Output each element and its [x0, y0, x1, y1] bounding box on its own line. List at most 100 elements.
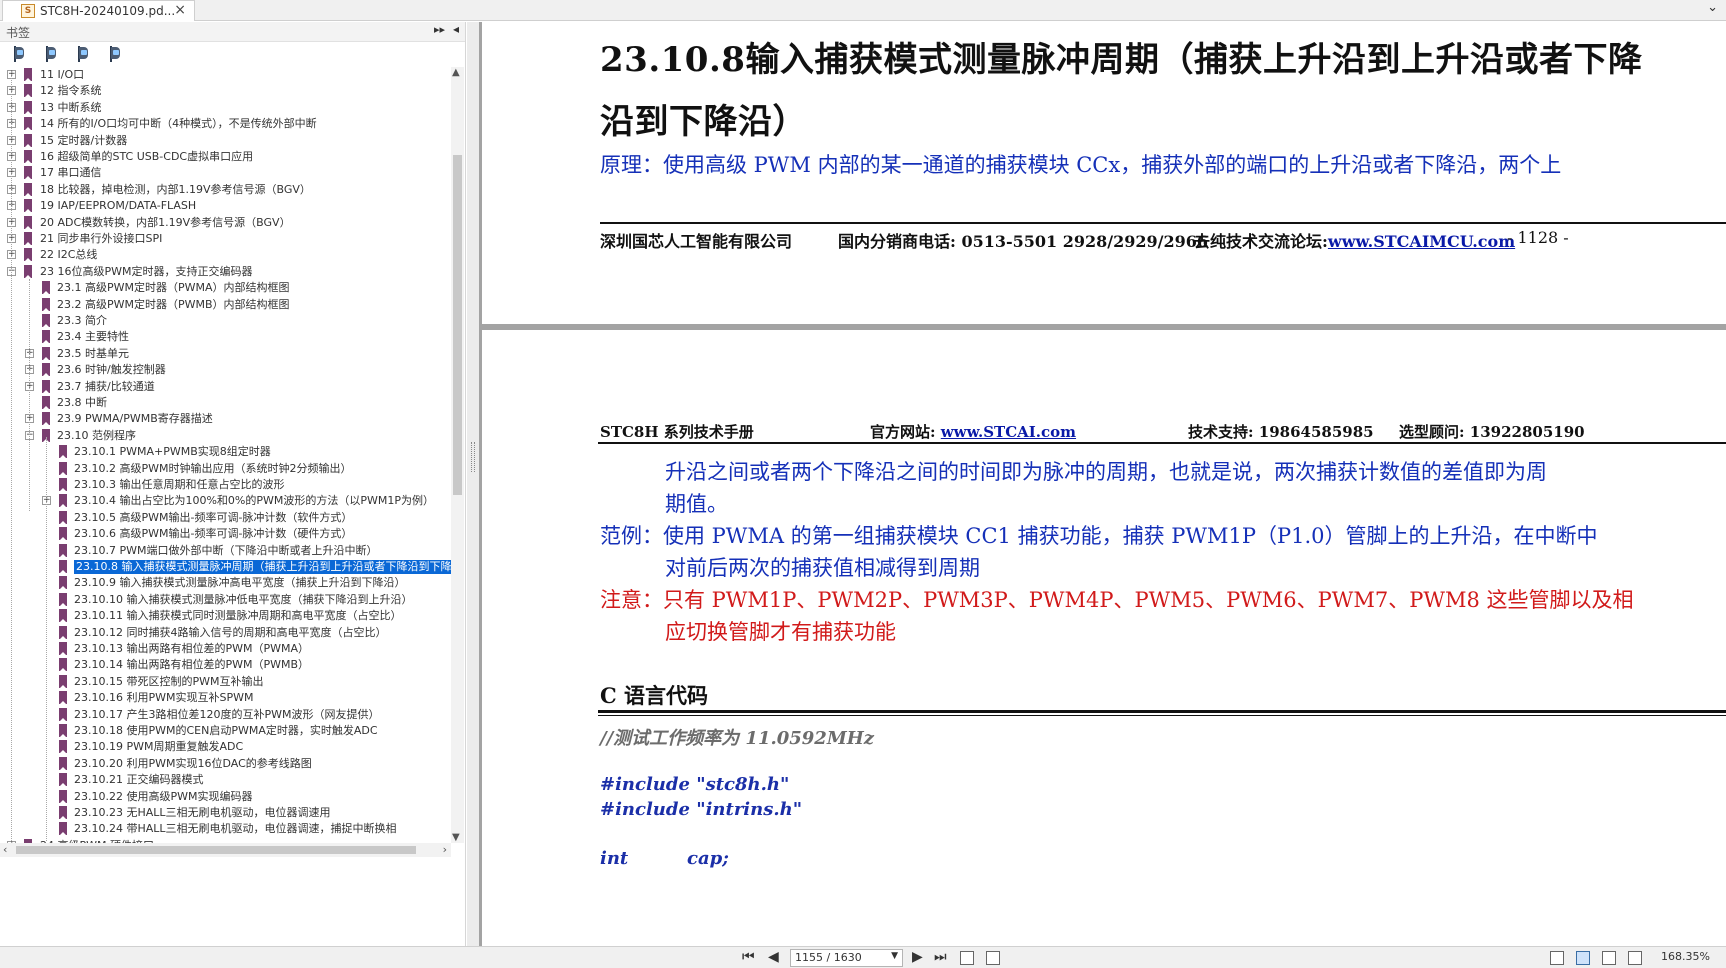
- bookmark-item[interactable]: 23.10.9 输入捕获模式测量脉冲高电平宽度（捕获上升沿到下降沿）: [0, 575, 451, 591]
- document-tab[interactable]: S STC8H-20240109.pd... ×: [2, 0, 195, 21]
- two-page-continuous-view-icon[interactable]: [1628, 951, 1642, 965]
- bookmark-vertical-scrollbar[interactable]: ▲ ▼: [451, 67, 464, 843]
- splitter-grip[interactable]: [471, 442, 475, 472]
- bookmark-item[interactable]: 23.10.19 PWM周期重复触发ADC: [0, 739, 451, 755]
- tab-menu-chevron-icon[interactable]: ⌄: [1707, 0, 1718, 15]
- bookmark-item[interactable]: 23.10.21 正交编码器模式: [0, 772, 451, 788]
- close-tab-icon[interactable]: ×: [174, 2, 186, 18]
- bookmark-item[interactable]: +15 定时器/计数器: [0, 133, 451, 149]
- bookmark-item[interactable]: 23.10.24 带HALL三相无刷电机驱动，电位器调速，捕捉中断换相: [0, 821, 451, 837]
- bookmark-item[interactable]: 23.10.15 带死区控制的PWM互补输出: [0, 674, 451, 690]
- bookmark-item[interactable]: 23.10.14 输出两路有相位差的PWM（PWMB）: [0, 657, 451, 673]
- add-bookmark-icon[interactable]: [76, 46, 92, 63]
- bookmark-item[interactable]: +23.6 时钟/触发控制器: [0, 362, 451, 378]
- page-dropdown-icon[interactable]: ▼: [891, 951, 898, 961]
- bookmark-horizontal-scrollbar[interactable]: ‹ ›: [0, 843, 451, 857]
- continuous-view-icon[interactable]: [1576, 951, 1590, 965]
- bookmark-item[interactable]: +12 指令系统: [0, 83, 451, 99]
- bookmark-item[interactable]: 23.10.12 同时捕获4路输入信号的周期和高电平宽度（占空比）: [0, 625, 451, 641]
- bookmark-item[interactable]: 23.8 中断: [0, 395, 451, 411]
- bookmark-label: 23.10.15 带死区控制的PWM互补输出: [74, 674, 264, 688]
- bookmark-item[interactable]: +17 串口通信: [0, 165, 451, 181]
- forum-link[interactable]: www.STCAIMCU.com: [1328, 232, 1515, 251]
- note-paragraph: 注意：只有 PWM1P、PWM2P、PWM3P、PWM4P、PWM5、PWM6、…: [600, 588, 1634, 612]
- bookmark-item[interactable]: +22 I2C总线: [0, 247, 451, 263]
- bookmark-item-selected[interactable]: 23.10.8 输入捕获模式测量脉冲周期（捕获上升沿到上升沿或者下降沿到下降沿: [0, 559, 451, 575]
- expand-all-bookmarks-icon[interactable]: [12, 46, 28, 63]
- bookmark-icon: [59, 478, 67, 492]
- bookmark-item[interactable]: +16 超级简单的STC USB-CDC虚拟串口应用: [0, 149, 451, 165]
- tab-bar: S STC8H-20240109.pd... × ⌄: [0, 0, 1726, 21]
- two-page-view-icon[interactable]: [1602, 951, 1616, 965]
- bookmark-item[interactable]: 23.10.17 产生3路相位差120度的互补PWM波形（网友提供）: [0, 707, 451, 723]
- bookmark-item[interactable]: +13 中断系统: [0, 100, 451, 116]
- site-link[interactable]: www.STCAI.com: [941, 423, 1076, 441]
- bookmark-item[interactable]: +19 IAP/EEPROM/DATA-FLASH: [0, 198, 451, 214]
- bookmark-item[interactable]: 23.10.7 PWM端口做外部中断（下降沿中断或者上升沿中断）: [0, 543, 451, 559]
- bookmark-item[interactable]: 23.10.10 输入捕获模式测量脉冲低电平宽度（捕获下降沿到上升沿）: [0, 592, 451, 608]
- bookmark-item[interactable]: −23.10 范例程序: [0, 428, 451, 444]
- bookmark-item[interactable]: 23.10.6 高级PWM输出-频率可调-脉冲计数（硬件方式）: [0, 526, 451, 542]
- bookmark-item[interactable]: +14 所有的I/O口均可中断（4种模式），不是传统外部中断: [0, 116, 451, 132]
- panel-splitter[interactable]: [467, 22, 479, 946]
- bookmark-item[interactable]: +23.10.4 输出占空比为100%和0%的PWM波形的方法（以PWM1P为例…: [0, 493, 451, 509]
- page-number-input[interactable]: 1155 / 1630 ▼: [790, 949, 903, 967]
- bookmark-item[interactable]: 23.10.2 高级PWM时钟输出应用（系统时钟2分频输出）: [0, 461, 451, 477]
- bookmark-item[interactable]: +23.7 捕获/比较通道: [0, 379, 451, 395]
- scroll-up-icon[interactable]: ▲: [452, 67, 460, 78]
- previous-view-icon[interactable]: [960, 951, 974, 965]
- bookmark-icon: [59, 543, 67, 558]
- bookmark-icon: [42, 412, 50, 427]
- bookmark-label: 18 比较器，掉电检测，内部1.19V参考信号源（BGV）: [40, 182, 311, 196]
- bookmark-label: 14 所有的I/O口均可中断（4种模式），不是传统外部中断: [40, 117, 317, 131]
- bookmark-item[interactable]: 23.10.23 无HALL三相无刷电机驱动，电位器调速用: [0, 805, 451, 821]
- document-tab-label: STC8H-20240109.pd...: [40, 4, 176, 18]
- scrollbar-thumb[interactable]: [453, 155, 462, 495]
- document-view[interactable]: 23.10.8输入捕获模式测量脉冲周期（捕获上升沿到上升沿或者下降 沿到下降沿）…: [479, 22, 1726, 946]
- zoom-level[interactable]: 168.35%: [1661, 950, 1710, 963]
- example-paragraph-cont: 对前后两次的捕获值相减得到周期: [665, 556, 980, 580]
- bookmark-label: 23.10.20 利用PWM实现16位DAC的参考线路图: [74, 756, 312, 770]
- bookmark-item[interactable]: −23 16位高级PWM定时器，支持正交编码器: [0, 264, 451, 280]
- scroll-left-icon[interactable]: ‹: [3, 843, 7, 856]
- single-page-view-icon[interactable]: [1550, 951, 1564, 965]
- bookmark-item[interactable]: 23.10.5 高级PWM输出-频率可调-脉冲计数（软件方式）: [0, 510, 451, 526]
- first-page-icon[interactable]: ⏮: [742, 949, 755, 965]
- bookmark-item[interactable]: +20 ADC模数转换，内部1.19V参考信号源（BGV）: [0, 215, 451, 231]
- bookmark-item[interactable]: +21 同步串行外设接口SPI: [0, 231, 451, 247]
- bookmark-item[interactable]: 23.1 高级PWM定时器（PWMA）内部结构框图: [0, 280, 451, 296]
- bookmark-label: 16 超级简单的STC USB-CDC虚拟串口应用: [40, 150, 254, 163]
- bookmark-item[interactable]: +23.5 时基单元: [0, 346, 451, 362]
- bookmark-item[interactable]: 23.10.18 使用PWM的CEN启动PWMA定时器，实时触发ADC: [0, 723, 451, 739]
- bookmark-label: 13 中断系统: [40, 100, 102, 114]
- bookmark-label: 23.7 捕获/比较通道: [57, 379, 155, 393]
- bookmark-item[interactable]: +11 I/O口: [0, 67, 451, 83]
- next-page-icon[interactable]: ▶: [912, 949, 923, 965]
- horizontal-scrollbar-thumb[interactable]: [16, 846, 416, 854]
- footer-company: 深圳国芯人工智能有限公司: [600, 232, 793, 251]
- collapse-all-bookmarks-icon[interactable]: [44, 46, 60, 63]
- bookmark-item[interactable]: 23.2 高级PWM定时器（PWMB）内部结构框图: [0, 297, 451, 313]
- bookmark-item[interactable]: 23.3 简介: [0, 313, 451, 329]
- previous-page-icon[interactable]: ◀: [768, 949, 779, 965]
- bookmark-item[interactable]: 23.10.1 PWMA+PWMB实现8组定时器: [0, 444, 451, 460]
- next-view-icon[interactable]: [986, 951, 1000, 965]
- find-bookmark-icon[interactable]: [108, 46, 124, 63]
- bookmark-item[interactable]: 23.4 主要特性: [0, 329, 451, 345]
- bookmark-item[interactable]: 23.10.22 使用高级PWM实现编码器: [0, 789, 451, 805]
- scroll-right-icon[interactable]: ›: [443, 843, 447, 856]
- scroll-down-icon[interactable]: ▼: [452, 832, 460, 843]
- bookmark-item[interactable]: 23.10.3 输出任意周期和任意占空比的波形: [0, 477, 451, 493]
- bookmark-label: 23.1 高级PWM定时器（PWMA）内部结构框图: [57, 281, 290, 295]
- bookmark-icon: [42, 281, 50, 296]
- bookmark-item[interactable]: 23.10.13 输出两路有相位差的PWM（PWMA）: [0, 641, 451, 657]
- last-page-icon[interactable]: ⏭: [934, 949, 947, 965]
- bookmark-item[interactable]: 23.10.20 利用PWM实现16位DAC的参考线路图: [0, 756, 451, 772]
- bookmark-item[interactable]: 23.10.16 利用PWM实现互补SPWM: [0, 690, 451, 706]
- expand-panel-icon[interactable]: ▸▸: [434, 23, 445, 36]
- bookmark-item[interactable]: 23.10.11 输入捕获模式同时测量脉冲周期和高电平宽度（占空比）: [0, 608, 451, 624]
- collapse-panel-icon[interactable]: ◂: [453, 22, 459, 36]
- bookmark-item[interactable]: +23.9 PWMA/PWMB寄存器描述: [0, 411, 451, 427]
- bookmark-label: 23.10.24 带HALL三相无刷电机驱动，电位器调速，捕捉中断换相: [74, 822, 397, 836]
- bookmark-item[interactable]: +18 比较器，掉电检测，内部1.19V参考信号源（BGV）: [0, 182, 451, 198]
